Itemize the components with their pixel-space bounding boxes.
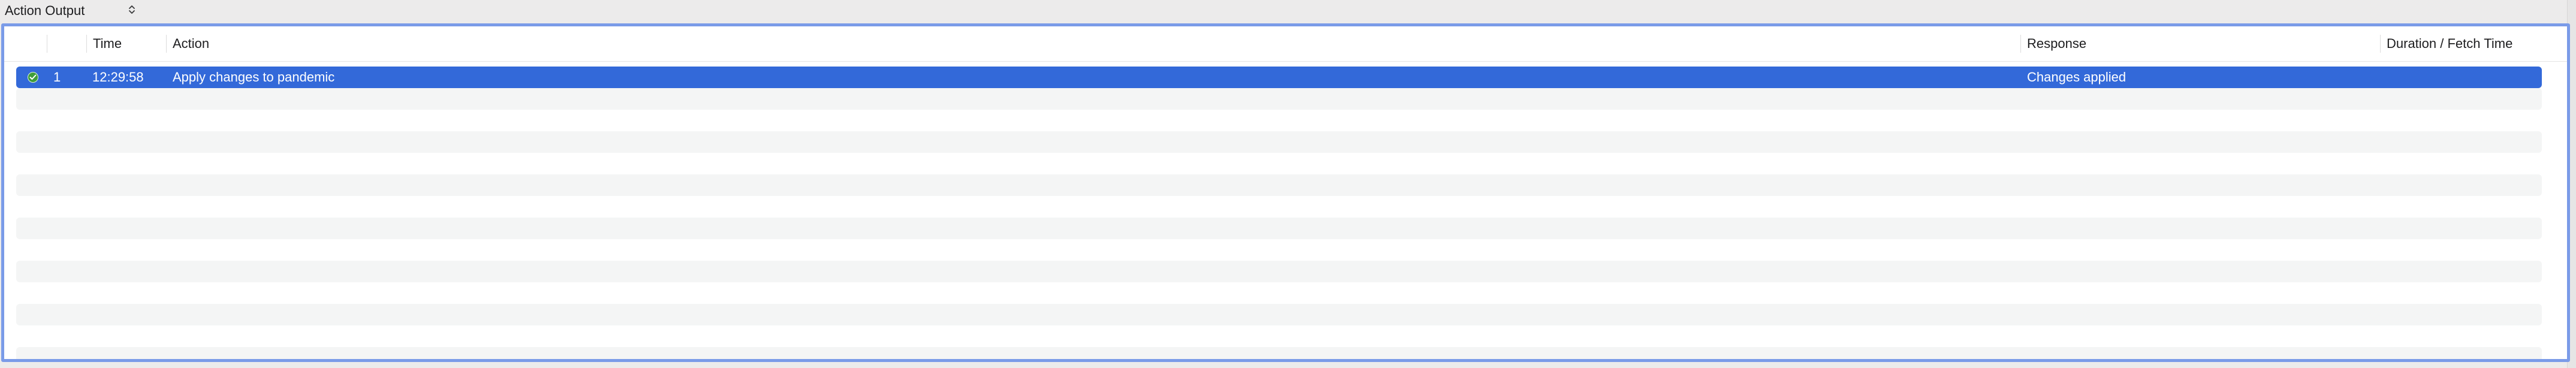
column-separator[interactable] [2380, 35, 2381, 53]
table-header: Time Action Response Duration / Fetch Ti… [4, 26, 2567, 62]
column-header-response[interactable]: Response [2027, 35, 2086, 53]
column-separator[interactable] [166, 35, 167, 53]
row-action: Apply changes to pandemic [173, 70, 335, 85]
empty-row-stripe [16, 347, 2542, 359]
column-header-time[interactable]: Time [93, 35, 122, 53]
output-type-selector[interactable]: Action Output [5, 1, 135, 20]
empty-row-stripe [16, 131, 2542, 153]
empty-row-stripe [16, 88, 2542, 110]
empty-row-stripe [16, 174, 2542, 196]
chevron-up-down-icon [128, 4, 135, 17]
table-row[interactable]: 1 12:29:58 Apply changes to pandemic Cha… [16, 67, 2542, 88]
empty-row-stripe [16, 304, 2542, 325]
action-output-table[interactable]: Time Action Response Duration / Fetch Ti… [1, 23, 2570, 362]
row-time: 12:29:58 [92, 70, 144, 85]
column-separator[interactable] [86, 35, 87, 53]
empty-row-stripe [16, 218, 2542, 239]
empty-row-stripe [16, 261, 2542, 282]
column-header-duration[interactable]: Duration / Fetch Time [2387, 35, 2512, 53]
output-toolbar: Action Output [0, 0, 2576, 23]
success-check-icon [28, 72, 38, 83]
column-separator[interactable] [2020, 35, 2021, 53]
column-header-action[interactable]: Action [173, 35, 209, 53]
row-response: Changes applied [2027, 70, 2126, 85]
row-index: 1 [53, 70, 61, 85]
output-type-selector-label: Action Output [5, 3, 85, 18]
